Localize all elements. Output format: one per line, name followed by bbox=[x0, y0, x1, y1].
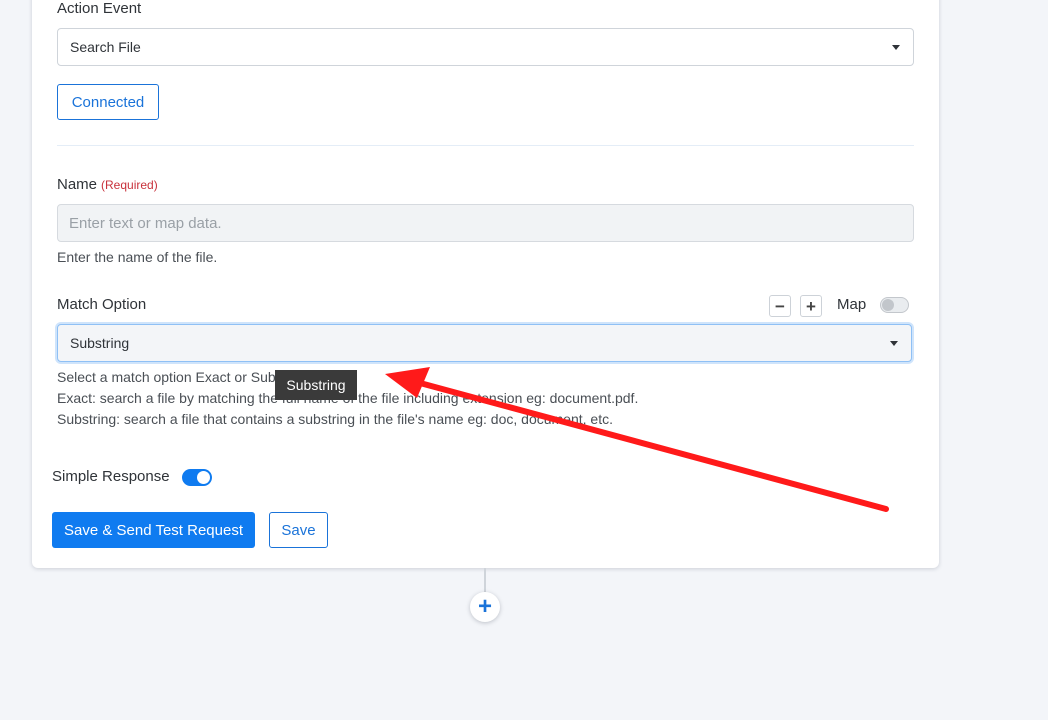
name-label: Name (Required) bbox=[57, 176, 158, 193]
section-divider bbox=[57, 145, 914, 146]
minus-icon[interactable]: − bbox=[769, 295, 791, 317]
name-input-placeholder: Enter text or map data. bbox=[69, 214, 222, 232]
simple-response-toggle[interactable] bbox=[182, 469, 212, 486]
step-connector bbox=[484, 568, 486, 592]
chevron-down-icon bbox=[892, 45, 900, 50]
action-event-select[interactable]: Search File bbox=[57, 28, 914, 66]
plus-icon[interactable]: + bbox=[800, 295, 822, 317]
simple-response-label: Simple Response bbox=[52, 468, 170, 485]
add-step-button[interactable]: + bbox=[470, 592, 500, 622]
connected-button[interactable]: Connected bbox=[57, 84, 159, 120]
action-event-label: Action Event bbox=[57, 0, 142, 17]
name-input[interactable]: Enter text or map data. bbox=[57, 204, 914, 242]
match-option-label: Match Option bbox=[57, 296, 147, 313]
required-badge: (Required) bbox=[101, 178, 158, 192]
help-line: Substring: search a file that contains a… bbox=[57, 411, 613, 427]
action-event-value: Search File bbox=[70, 39, 141, 55]
match-option-select[interactable]: Substring bbox=[57, 324, 912, 362]
map-toggle[interactable] bbox=[880, 297, 909, 313]
save-send-test-button[interactable]: Save & Send Test Request bbox=[52, 512, 255, 548]
name-help-text: Enter the name of the file. bbox=[57, 249, 218, 265]
map-label: Map bbox=[837, 296, 867, 313]
chevron-down-icon bbox=[890, 341, 898, 346]
match-option-value: Substring bbox=[70, 335, 130, 351]
toggle-knob bbox=[197, 471, 210, 484]
save-button[interactable]: Save bbox=[269, 512, 328, 548]
toggle-knob bbox=[882, 299, 894, 311]
plus-icon: + bbox=[477, 593, 492, 620]
substring-tooltip: Substring bbox=[275, 370, 357, 400]
name-label-text: Name bbox=[57, 176, 98, 193]
